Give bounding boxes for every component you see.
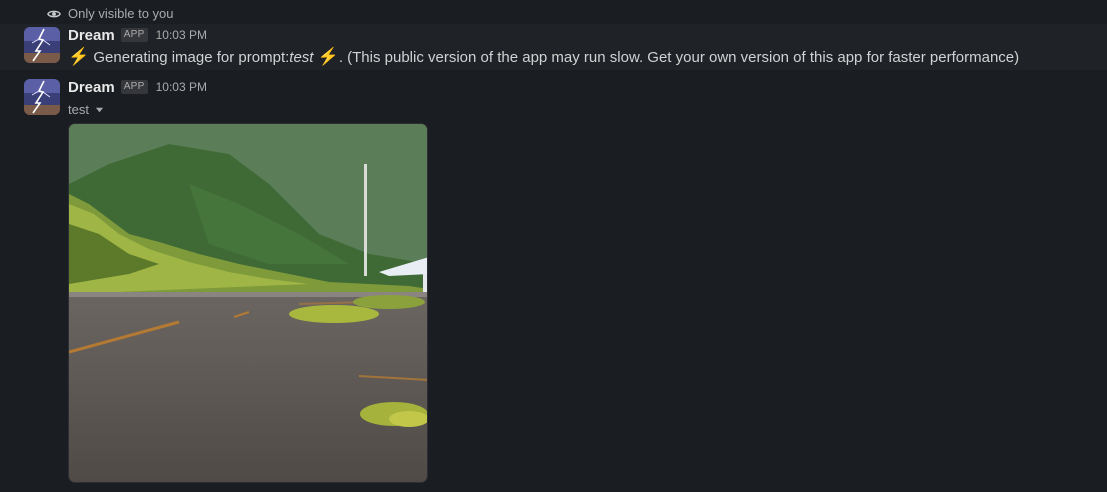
lightning-storm-avatar-icon	[24, 27, 60, 63]
text-before-prompt: Generating image for prompt:	[93, 48, 290, 66]
message-image[interactable]: Dream APP 10:03 PM test	[0, 70, 1107, 492]
prompt-text: test	[289, 48, 314, 66]
message-text: ⚡ Generating image for prompt: test ⚡. (…	[68, 46, 1019, 68]
image-title: test	[68, 102, 89, 117]
generated-image[interactable]	[68, 123, 428, 483]
app-avatar[interactable]	[24, 27, 60, 63]
message-generating[interactable]: Dream APP 10:03 PM ⚡ Generating image fo…	[0, 24, 1107, 70]
message-pane: Only visible to you Dream APP 10:03 PM ⚡…	[0, 0, 1107, 492]
timestamp[interactable]: 10:03 PM	[156, 80, 207, 94]
timestamp[interactable]: 10:03 PM	[156, 28, 207, 42]
app-badge: APP	[120, 28, 148, 42]
ephemeral-notice: Only visible to you	[47, 5, 174, 22]
road-landscape-image	[69, 124, 427, 482]
message-header: Dream APP 10:03 PM	[68, 25, 207, 45]
message-header: Dream APP 10:03 PM	[68, 77, 207, 97]
sender-name[interactable]: Dream	[68, 79, 115, 96]
caret-down-icon	[95, 107, 104, 113]
sender-name[interactable]: Dream	[68, 27, 115, 44]
lightning-storm-avatar-icon	[24, 79, 60, 115]
app-avatar[interactable]	[24, 79, 60, 115]
eye-icon	[47, 10, 61, 17]
ephemeral-label: Only visible to you	[68, 6, 174, 21]
app-badge: APP	[120, 80, 148, 94]
text-after-prompt: . (This public version of the app may ru…	[338, 48, 1020, 66]
lightning-icon: ⚡	[317, 47, 339, 66]
lightning-icon: ⚡	[68, 47, 90, 66]
image-title-toggle[interactable]: test	[68, 101, 104, 118]
